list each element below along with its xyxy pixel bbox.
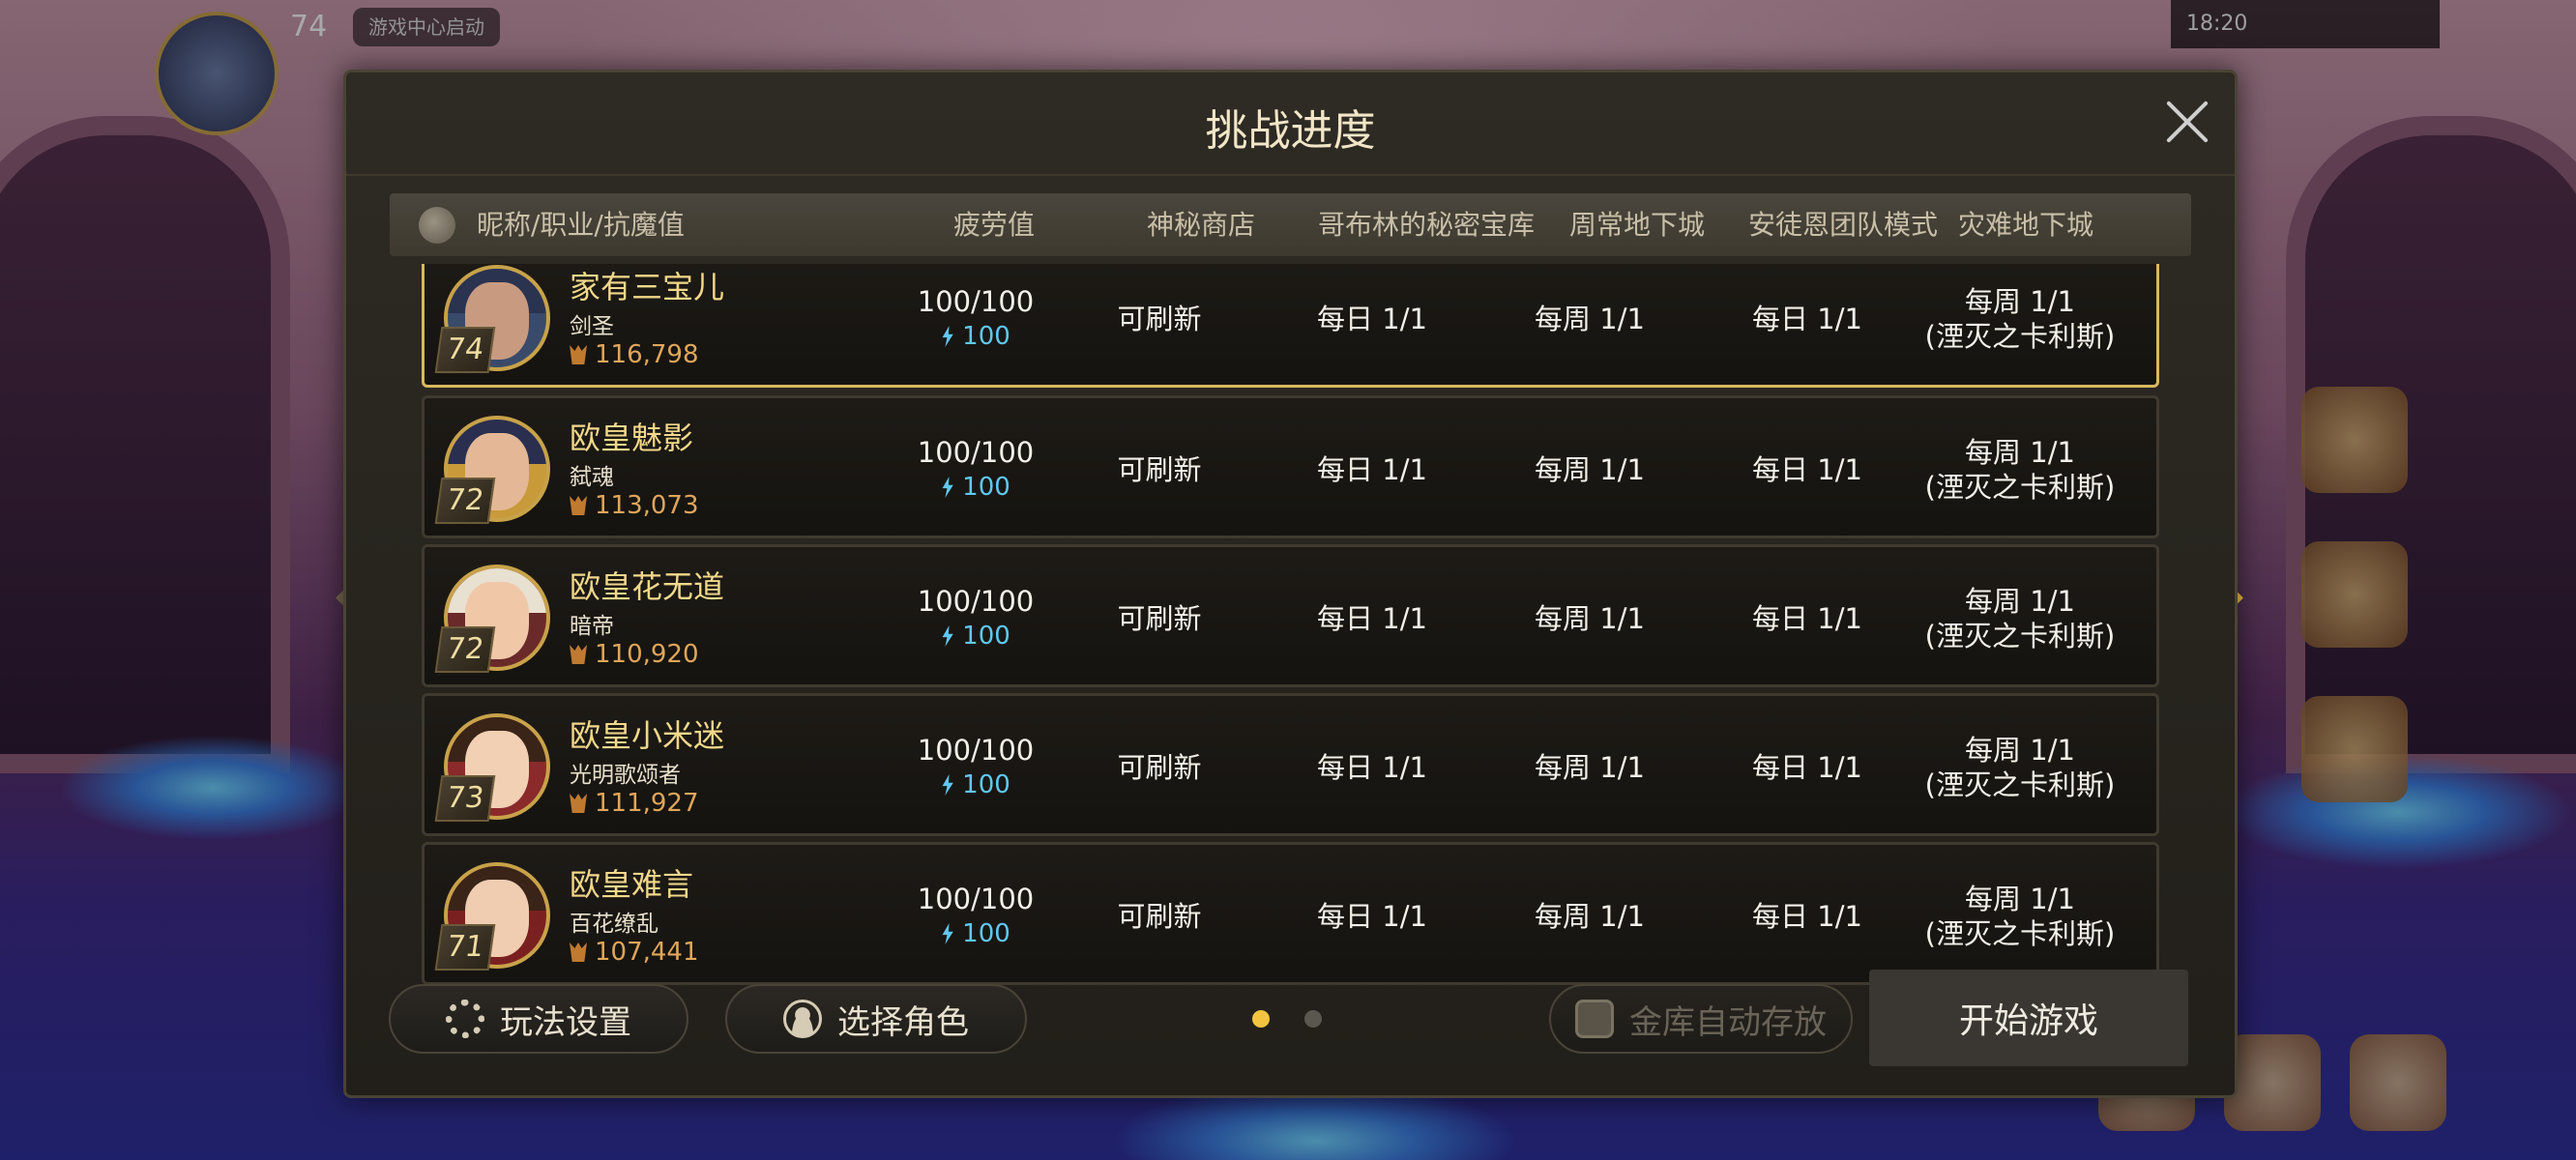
header-name: 昵称/职业/抗魔值 <box>477 209 685 241</box>
anti-magic-value: 113,073 <box>570 491 699 520</box>
anti-magic-value: 116,798 <box>570 340 699 369</box>
power-icon <box>570 794 587 813</box>
goblin-cell: 每日 1/1 <box>1317 602 1427 635</box>
fatigue-cell: 100/100 100 <box>917 285 1035 351</box>
weekly-cell: 每周 1/1 <box>1535 751 1645 784</box>
character-class: 弑魂 <box>570 465 614 490</box>
goblin-cell: 每日 1/1 <box>1317 751 1427 784</box>
select-character-label: 选择角色 <box>837 1002 969 1042</box>
start-game-button[interactable]: 开始游戏 <box>1869 970 2188 1066</box>
fatigue-cell: 100/100 100 <box>917 883 1035 948</box>
lightning-icon <box>942 774 953 796</box>
goblin-cell: 每日 1/1 <box>1317 453 1427 486</box>
shop-cell: 可刷新 <box>1117 602 1202 635</box>
character-silhouette-icon <box>419 207 455 244</box>
calamity-cell: 每周 1/1 (湮灭之卡利斯) <box>1924 585 2116 652</box>
select-character-button[interactable]: 选择角色 <box>725 984 1027 1054</box>
weekly-cell: 每周 1/1 <box>1535 900 1645 933</box>
challenge-progress-dialog: 挑战进度 昵称/职业/抗魔值 疲劳值 神秘商店 哥布林的秘密宝库 周常地下城 安… <box>343 70 2238 1098</box>
lightning-icon <box>942 625 953 647</box>
lightning-icon <box>942 477 953 498</box>
level-badge: 71 <box>434 924 496 971</box>
character-name: 欧皇花无道 <box>570 568 725 605</box>
header-calamity: 灾难地下城 <box>1958 209 2094 241</box>
shop-cell: 可刷新 <box>1117 303 1202 335</box>
antoine-cell: 每日 1/1 <box>1752 303 1862 335</box>
table-row[interactable]: 74 家有三宝儿 剑圣 116,798 100/100 100 可刷新 每日 1/… <box>422 264 2159 388</box>
antoine-cell: 每日 1/1 <box>1752 602 1862 635</box>
goblin-cell: 每日 1/1 <box>1317 303 1427 335</box>
character-name: 欧皇魅影 <box>570 420 694 456</box>
page-dot[interactable] <box>1304 1010 1322 1028</box>
table-row[interactable]: 73 欧皇小米迷 光明歌颂者 111,927 100/100 100 可刷新 每日… <box>422 693 2159 836</box>
goblin-cell: 每日 1/1 <box>1317 900 1427 933</box>
gear-icon <box>446 1000 484 1038</box>
calamity-cell: 每周 1/1 (湮灭之卡利斯) <box>1924 436 2116 504</box>
power-icon <box>570 345 587 364</box>
calamity-cell: 每周 1/1 (湮灭之卡利斯) <box>1924 883 2116 950</box>
character-class: 光明歌颂者 <box>570 763 681 788</box>
power-icon <box>570 942 587 962</box>
lightning-icon <box>942 326 953 347</box>
shop-cell: 可刷新 <box>1117 900 1202 933</box>
table-header: 昵称/职业/抗魔值 疲劳值 神秘商店 哥布林的秘密宝库 周常地下城 安徒恩团队模… <box>390 193 2191 256</box>
header-shop: 神秘商店 <box>1147 209 1256 241</box>
character-class: 暗帝 <box>570 614 614 639</box>
level-badge: 74 <box>434 327 496 373</box>
calamity-cell: 每周 1/1 (湮灭之卡利斯) <box>1924 285 2116 353</box>
weekly-cell: 每周 1/1 <box>1535 303 1645 335</box>
vault-auto-store-label: 金库自动存放 <box>1629 1002 1827 1042</box>
anti-magic-value: 111,927 <box>570 789 699 818</box>
close-icon[interactable] <box>2159 94 2215 150</box>
page-dot-active[interactable] <box>1252 1010 1270 1028</box>
character-class: 剑圣 <box>570 314 614 339</box>
level-badge: 72 <box>434 478 496 524</box>
shop-cell: 可刷新 <box>1117 751 1202 784</box>
character-list[interactable]: 74 家有三宝儿 剑圣 116,798 100/100 100 可刷新 每日 1/… <box>422 264 2159 1020</box>
calamity-cell: 每周 1/1 (湮灭之卡利斯) <box>1924 734 2116 801</box>
level-badge: 73 <box>434 775 496 822</box>
fatigue-cell: 100/100 100 <box>917 436 1035 502</box>
table-row[interactable]: 72 欧皇花无道 暗帝 110,920 100/100 100 可刷新 每日 1/… <box>422 544 2159 687</box>
header-antoine: 安徒恩团队模式 <box>1748 209 1939 241</box>
power-icon <box>570 645 587 664</box>
character-name: 欧皇难言 <box>570 866 694 903</box>
header-fatigue: 疲劳值 <box>953 209 1036 241</box>
fatigue-cell: 100/100 100 <box>917 585 1035 651</box>
character-class: 百花缭乱 <box>570 912 659 937</box>
table-row[interactable]: 71 欧皇难言 百花缭乱 107,441 100/100 100 可刷新 每日 1… <box>422 842 2159 985</box>
weekly-cell: 每周 1/1 <box>1535 602 1645 635</box>
header-weekly: 周常地下城 <box>1569 209 1706 241</box>
character-icon <box>783 1000 822 1038</box>
vault-auto-store-toggle[interactable]: 金库自动存放 <box>1549 984 1853 1054</box>
dialog-title: 挑战进度 <box>1205 106 1376 156</box>
table-row[interactable]: 72 欧皇魅影 弑魂 113,073 100/100 100 可刷新 每日 1/1… <box>422 395 2159 538</box>
gameplay-settings-label: 玩法设置 <box>500 1002 631 1042</box>
antoine-cell: 每日 1/1 <box>1752 900 1862 933</box>
anti-magic-value: 110,920 <box>570 640 699 669</box>
header-goblin: 哥布林的秘密宝库 <box>1318 209 1536 241</box>
vault-icon <box>1575 1000 1614 1038</box>
character-name: 欧皇小米迷 <box>570 717 725 754</box>
shop-cell: 可刷新 <box>1117 453 1202 486</box>
power-icon <box>570 496 587 515</box>
level-badge: 72 <box>434 626 496 673</box>
antoine-cell: 每日 1/1 <box>1752 751 1862 784</box>
fatigue-cell: 100/100 100 <box>917 734 1035 799</box>
lightning-icon <box>942 923 953 944</box>
antoine-cell: 每日 1/1 <box>1752 453 1862 486</box>
dialog-header: 挑战进度 <box>346 72 2235 176</box>
weekly-cell: 每周 1/1 <box>1535 453 1645 486</box>
anti-magic-value: 107,441 <box>570 938 699 967</box>
character-name: 家有三宝儿 <box>570 269 725 305</box>
gameplay-settings-button[interactable]: 玩法设置 <box>389 984 688 1054</box>
